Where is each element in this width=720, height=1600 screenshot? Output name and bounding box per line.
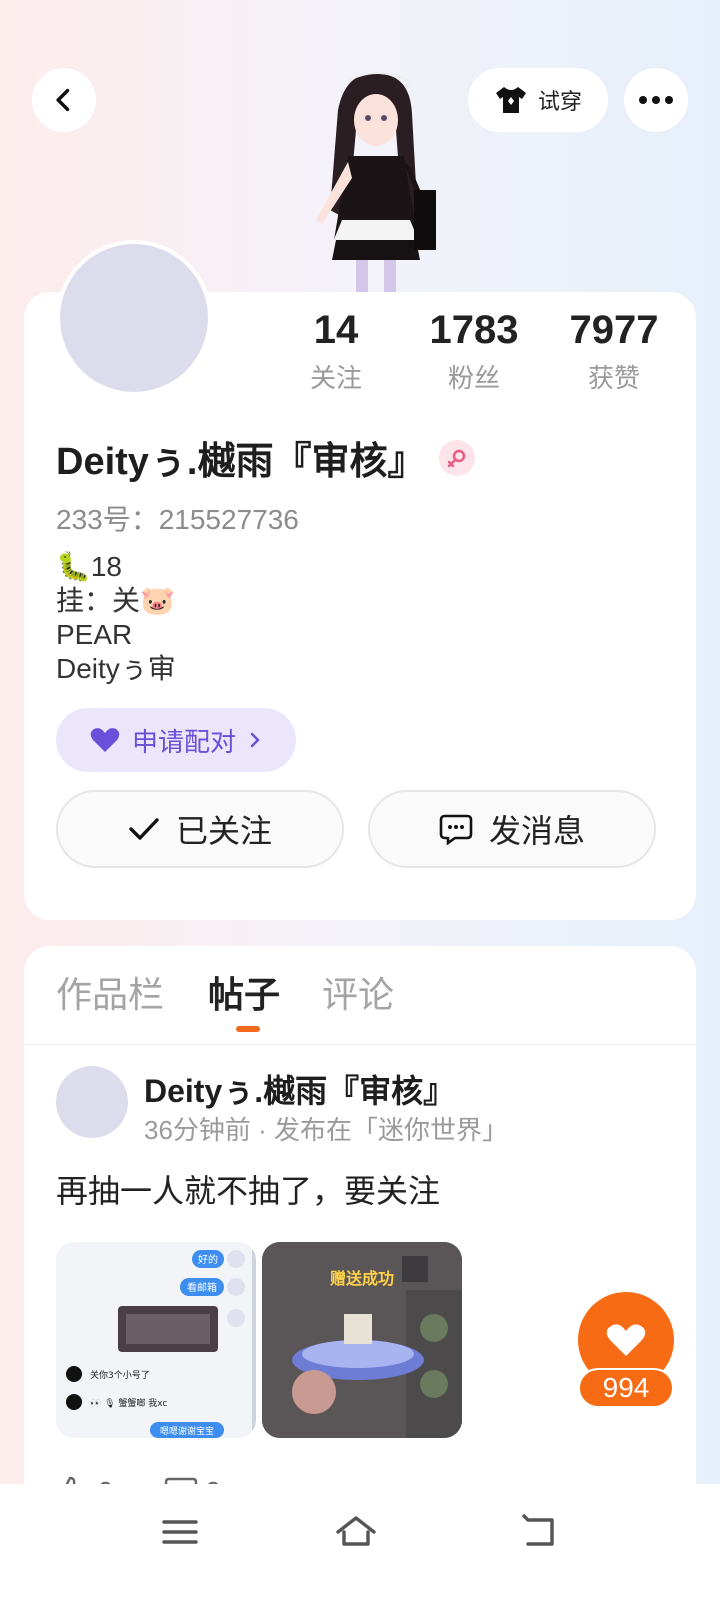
stat-likes-label: 获赞	[587, 363, 640, 393]
gift-success-text: 赠送成功	[330, 1269, 394, 1288]
profile-bio: 🐛18 挂：关🐷 PEAR Deityぅ审	[56, 550, 176, 686]
bio-line: 挂：关🐷	[56, 585, 175, 616]
tab-active-indicator	[236, 1026, 260, 1032]
stat-following-value: 14	[313, 308, 359, 352]
back-nav-icon[interactable]	[516, 1508, 564, 1556]
profile-username-row: Deityぅ.樾雨『审核』	[56, 430, 476, 485]
request-pair-button[interactable]: 申请配对	[56, 708, 296, 772]
stat-followers-value: 1783	[429, 308, 519, 352]
post-meta: 36分钟前 · 发布在「迷你世界」	[144, 1115, 509, 1145]
post-author-avatar[interactable]	[56, 1066, 128, 1138]
check-icon	[129, 818, 159, 840]
home-icon[interactable]	[332, 1508, 380, 1556]
tabs-divider	[24, 1044, 696, 1045]
back-button[interactable]	[32, 68, 96, 132]
profile-uid: 233号：215527736	[56, 504, 299, 535]
more-options-button[interactable]	[624, 68, 688, 132]
menu-icon[interactable]	[156, 1508, 204, 1556]
profile-card: 14 关注 1783 粉丝 7977 获赞 Deityぅ.樾雨『审核』 233号…	[24, 240, 696, 920]
stat-likes[interactable]: 7977 获赞	[554, 308, 674, 395]
chat-text-1: 好的	[198, 1253, 218, 1266]
followed-label: 已关注	[175, 813, 272, 849]
stat-following[interactable]: 14 关注	[276, 308, 396, 395]
bio-line: 🐛18	[56, 551, 123, 582]
more-dots-icon	[639, 96, 673, 104]
shirt-icon	[495, 87, 526, 113]
chevron-left-icon	[56, 88, 70, 112]
try-on-label: 试穿	[537, 89, 582, 114]
profile-username: Deityぅ.樾雨『审核』	[56, 441, 426, 483]
profile-stats: 14 关注 1783 粉丝 7977 获赞	[24, 308, 696, 398]
heart-icon	[90, 728, 120, 752]
chat-text-2: 看邮箱	[187, 1281, 217, 1294]
stat-followers[interactable]: 1783 粉丝	[414, 308, 534, 395]
stat-likes-value: 7977	[569, 308, 659, 352]
chat-text-3: 关你3个小号了	[90, 1369, 150, 1381]
tab-posts[interactable]: 帖子	[208, 966, 280, 1018]
stat-following-label: 关注	[309, 363, 362, 393]
post-author-name[interactable]: Deityぅ.樾雨『审核』	[144, 1066, 455, 1112]
system-nav-bar	[0, 1484, 720, 1600]
post-text[interactable]: 再抽一人就不抽了，要关注	[56, 1166, 440, 1212]
female-gender-icon	[439, 439, 476, 476]
chat-text-5: 嗯嗯谢谢宝宝	[160, 1425, 214, 1437]
bio-line: PEAR	[56, 619, 133, 650]
floating-like-count: 994	[578, 1368, 674, 1408]
chat-text-4: 👀 🎙 蟹蟹啷 我xc	[90, 1397, 167, 1409]
send-message-label: 发消息	[488, 813, 585, 849]
tab-comments[interactable]: 评论	[322, 966, 394, 1018]
request-pair-label: 申请配对	[131, 726, 236, 757]
profile-tabs: 作品栏 帖子 评论	[24, 966, 696, 1042]
stat-followers-label: 粉丝	[447, 363, 500, 393]
avatar-3d-figure	[286, 70, 456, 292]
followed-button[interactable]: 已关注	[56, 790, 344, 868]
post-image-1[interactable]: 好的 看邮箱 关你3个小号了 👀 🎙 蟹蟹啷 我xc 嗯嗯谢谢宝宝	[56, 1242, 256, 1438]
heart-icon	[606, 1324, 646, 1356]
posts-card: 作品栏 帖子 评论 Deityぅ.樾雨『审核』 36分钟前 · 发布在「迷你世界…	[24, 946, 696, 1546]
tab-works[interactable]: 作品栏	[56, 966, 164, 1018]
send-message-button[interactable]: 发消息	[368, 790, 656, 868]
bio-line: Deityぅ审	[56, 653, 176, 684]
post-image-2[interactable]: 赠送成功	[262, 1242, 462, 1438]
chat-bubble-icon	[439, 814, 473, 845]
chevron-right-icon	[250, 732, 260, 748]
try-on-button[interactable]: 试穿	[468, 68, 608, 132]
